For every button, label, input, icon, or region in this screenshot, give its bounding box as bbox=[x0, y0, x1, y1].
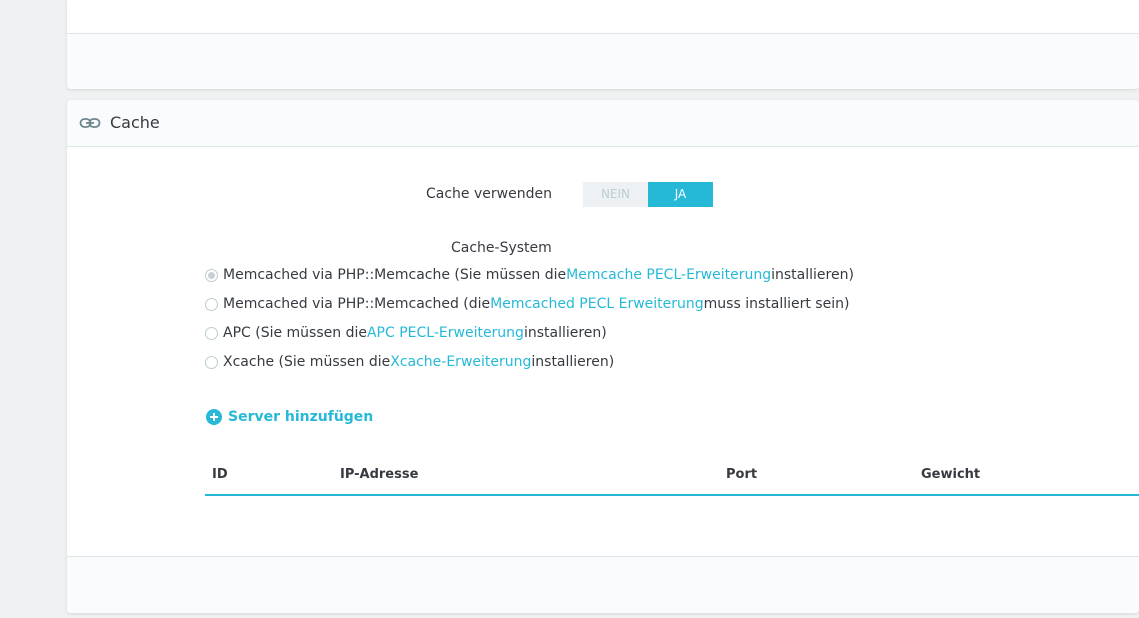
radio-memcache[interactable] bbox=[205, 268, 218, 282]
option-text: Memcached via PHP::Memcache (Sie müssen … bbox=[223, 267, 567, 283]
option-text: Xcache (Sie müssen die bbox=[223, 354, 391, 370]
add-server-label: Server hinzufügen bbox=[228, 409, 374, 425]
column-header-weight: Gewicht bbox=[921, 467, 981, 482]
use-cache-no-option[interactable]: NEIN bbox=[583, 182, 648, 207]
cache-panel-title: Cache bbox=[110, 113, 160, 132]
option-text-after: muss installiert sein) bbox=[703, 296, 850, 312]
column-header-ip-address: IP-Adresse bbox=[340, 467, 419, 482]
cache-panel: Cache Cache verwenden NEIN JA Cache-Syst… bbox=[67, 100, 1139, 613]
plus-circle-icon bbox=[206, 409, 222, 425]
cache-panel-footer bbox=[67, 556, 1139, 613]
column-header-id: ID bbox=[212, 467, 228, 482]
column-header-port: Port bbox=[726, 467, 758, 482]
radio-apc[interactable] bbox=[205, 326, 218, 340]
radio-memcached[interactable] bbox=[205, 297, 218, 311]
memcached-pecl-link[interactable]: Memcached PECL Erweiterung bbox=[490, 296, 704, 312]
option-text-after: installieren) bbox=[531, 354, 615, 370]
use-cache-yes-option[interactable]: JA bbox=[648, 182, 713, 207]
cache-system-label: Cache-System bbox=[451, 240, 552, 256]
previous-panel bbox=[67, 0, 1139, 89]
radio-xcache[interactable] bbox=[205, 355, 218, 369]
option-text: Memcached via PHP::Memcached (die bbox=[223, 296, 491, 312]
server-table-header: ID IP-Adresse Port Gewicht bbox=[205, 458, 1139, 496]
option-text-after: installieren) bbox=[771, 267, 854, 283]
add-server-button[interactable]: Server hinzufügen bbox=[206, 409, 373, 425]
previous-panel-body bbox=[67, 0, 1139, 34]
use-cache-label: Cache verwenden bbox=[426, 186, 552, 202]
cache-panel-heading: Cache bbox=[67, 100, 1139, 147]
cache-system-option-memcache[interactable]: Memcached via PHP::Memcache (Sie müssen … bbox=[205, 267, 854, 283]
previous-panel-footer bbox=[67, 34, 1139, 89]
use-cache-switch[interactable]: NEIN JA bbox=[583, 182, 713, 207]
cache-system-option-apc[interactable]: APC (Sie müssen die APC PECL-Erweiterung… bbox=[205, 325, 607, 341]
memcache-pecl-link[interactable]: Memcache PECL-Erweiterung bbox=[566, 267, 771, 283]
apc-pecl-link[interactable]: APC PECL-Erweiterung bbox=[367, 325, 524, 341]
cache-system-option-xcache[interactable]: Xcache (Sie müssen die Xcache-Erweiterun… bbox=[205, 354, 614, 370]
link-icon bbox=[79, 118, 101, 128]
xcache-link[interactable]: Xcache-Erweiterung bbox=[390, 354, 531, 370]
option-text-after: installieren) bbox=[523, 325, 607, 341]
option-text: APC (Sie müssen die bbox=[223, 325, 367, 341]
cache-system-option-memcached[interactable]: Memcached via PHP::Memcached (die Memcac… bbox=[205, 296, 849, 312]
